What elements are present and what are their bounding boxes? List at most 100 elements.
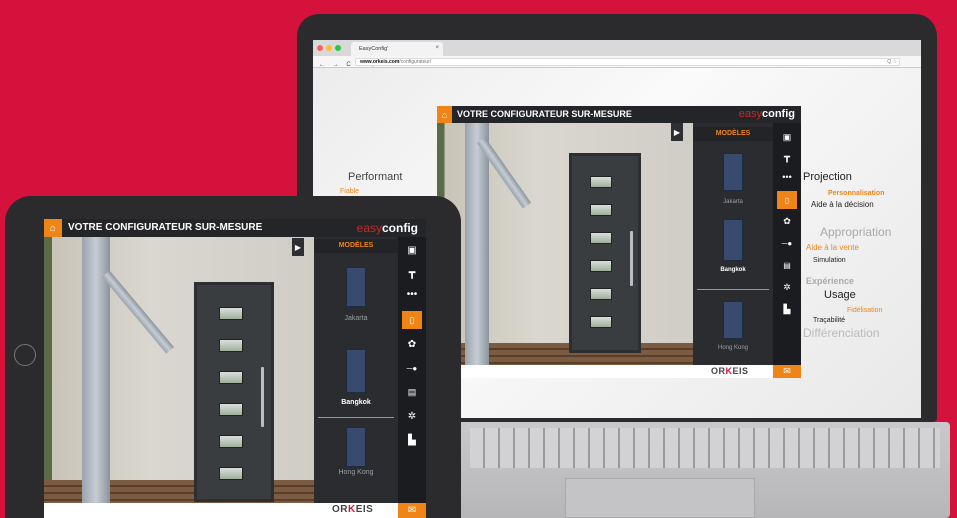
logo-part: K [725, 366, 733, 376]
dots-icon[interactable]: ••• [773, 169, 801, 185]
dots-icon[interactable]: ••• [398, 285, 426, 303]
door-icon[interactable]: ▯ [402, 311, 422, 329]
settings-icon[interactable]: ✲ [773, 279, 801, 295]
brand-config: config [762, 108, 795, 120]
model-thumbnail [723, 153, 743, 191]
models-title: MODÈLES [693, 127, 773, 141]
brand-logo: easyconfig [739, 106, 795, 123]
model-item-bangkok[interactable]: Bangkok [693, 215, 773, 283]
save-icon[interactable]: ▙ [773, 301, 801, 317]
door-pane [590, 316, 612, 328]
claim-experience: Expérience [806, 276, 855, 286]
browser-tab[interactable]: EasyConfig' × [351, 42, 443, 56]
url-path: /configurateur/ [399, 59, 432, 65]
claim-aide-vente: Aide à la vente [806, 243, 859, 252]
door-pane [219, 339, 243, 352]
door-preview [569, 153, 641, 353]
door-pane [590, 288, 612, 300]
scene-preview [44, 237, 314, 518]
document-icon[interactable]: ▤ [773, 257, 801, 273]
door-handle [630, 231, 633, 286]
claim-fidelisation: Fidélisation [847, 307, 883, 314]
tablet-home-button[interactable] [14, 344, 36, 366]
app-footer: ORKEIS [437, 365, 773, 378]
slider-icon[interactable]: ─● [398, 359, 426, 377]
model-label: Jakarta [344, 315, 368, 322]
tablet-configurator-app: VOTRE CONFIGURATEUR SUR-MESURE ⌂ easycon… [44, 219, 426, 518]
model-thumbnail [346, 267, 366, 307]
image-icon[interactable]: ▣ [773, 129, 801, 145]
door-pane [590, 260, 612, 272]
brand-logo: easyconfig [357, 219, 418, 237]
url-tools-icons[interactable]: Q ☆ [887, 59, 897, 66]
models-panel: MODÈLES Jakarta Bangkok Hong Kong [314, 237, 398, 503]
door-icon[interactable]: ▯ [777, 191, 797, 209]
model-item-hong-kong[interactable]: Hong Kong [314, 421, 398, 493]
home-icon[interactable]: ⌂ [44, 219, 62, 237]
palette-icon[interactable]: ✿ [773, 213, 801, 229]
brand-easy: easy [356, 221, 382, 235]
claim-simulation: Simulation [813, 257, 846, 264]
orkeis-logo: ORKEIS [711, 366, 749, 376]
model-item-hong-kong[interactable]: Hong Kong [693, 295, 773, 363]
door-pane [590, 176, 612, 188]
door-pane [219, 435, 243, 448]
handle-icon[interactable]: ┳ [773, 149, 801, 165]
model-item-jakarta[interactable]: Jakarta [693, 145, 773, 213]
image-icon[interactable]: ▣ [398, 241, 426, 259]
browser-tab-bar: EasyConfig' × [313, 40, 921, 56]
document-icon[interactable]: ▤ [398, 383, 426, 401]
close-window-button[interactable] [317, 45, 323, 51]
model-thumbnail [346, 349, 366, 393]
logo-part: EIS [732, 366, 749, 376]
model-thumbnail [346, 427, 366, 467]
model-label: Hong Kong [717, 345, 749, 351]
tab-title: EasyConfig' [359, 46, 389, 52]
claim-differenciation: Différenciation [803, 326, 880, 340]
panel-toggle-icon[interactable]: ▶ [671, 123, 683, 141]
close-tab-icon[interactable]: × [435, 45, 439, 51]
url-host: www.orkeis.com [360, 59, 400, 65]
app-footer: ORKEIS [44, 503, 398, 518]
logo-part: OR [711, 366, 726, 376]
claim-personnalisation: Personnalisation [828, 190, 885, 197]
claim-tracabilite: Traçabilité [813, 317, 846, 324]
door-pane [219, 467, 243, 480]
scene-brace [102, 270, 174, 354]
claim-performant: Performant [348, 171, 403, 183]
selection-indicator [697, 289, 769, 290]
app-title: VOTRE CONFIGURATEUR SUR-MESURE [68, 222, 263, 233]
palette-icon[interactable]: ✿ [398, 335, 426, 353]
home-icon[interactable]: ⌂ [437, 106, 452, 123]
selection-indicator [318, 417, 394, 418]
model-label: Bangkok [341, 399, 371, 406]
address-bar[interactable]: www.orkeis.com/configurateur/ Q ☆ [355, 58, 900, 66]
maximize-window-button[interactable] [335, 45, 341, 51]
mail-icon[interactable]: ✉ [773, 365, 801, 378]
laptop-configurator-app: VOTRE CONFIGURATEUR SUR-MESURE ⌂ easycon… [437, 106, 801, 378]
claim-usage: Usage [824, 289, 856, 301]
tool-sidebar: ▣ ┳ ••• ▯ ✿ ─● ▤ ✲ ▙ [773, 123, 801, 365]
claim-aide-decision: Aide à la décision [811, 200, 874, 209]
minimize-window-button[interactable] [326, 45, 332, 51]
logo-part: K [348, 504, 356, 515]
model-thumbnail [723, 301, 743, 339]
door-pane [219, 371, 243, 384]
claim-projection: Projection [803, 171, 852, 183]
logo-part: OR [332, 504, 348, 515]
handle-icon[interactable]: ┳ [398, 263, 426, 281]
save-icon[interactable]: ▙ [398, 431, 426, 449]
slider-icon[interactable]: ─● [773, 235, 801, 251]
claim-appropriation: Appropriation [820, 225, 892, 239]
models-title: MODÈLES [314, 239, 398, 253]
settings-icon[interactable]: ✲ [398, 407, 426, 425]
model-label: Jakarta [723, 199, 743, 205]
model-item-bangkok[interactable]: Bangkok [314, 345, 398, 417]
model-item-jakarta[interactable]: Jakarta [314, 259, 398, 331]
laptop-trackpad[interactable] [565, 478, 755, 518]
laptop-keyboard [470, 428, 940, 468]
models-panel: MODÈLES Jakarta Bangkok Hong Kong [693, 123, 773, 365]
door-pane [590, 204, 612, 216]
mail-icon[interactable]: ✉ [398, 503, 426, 518]
panel-toggle-icon[interactable]: ▶ [292, 238, 304, 256]
